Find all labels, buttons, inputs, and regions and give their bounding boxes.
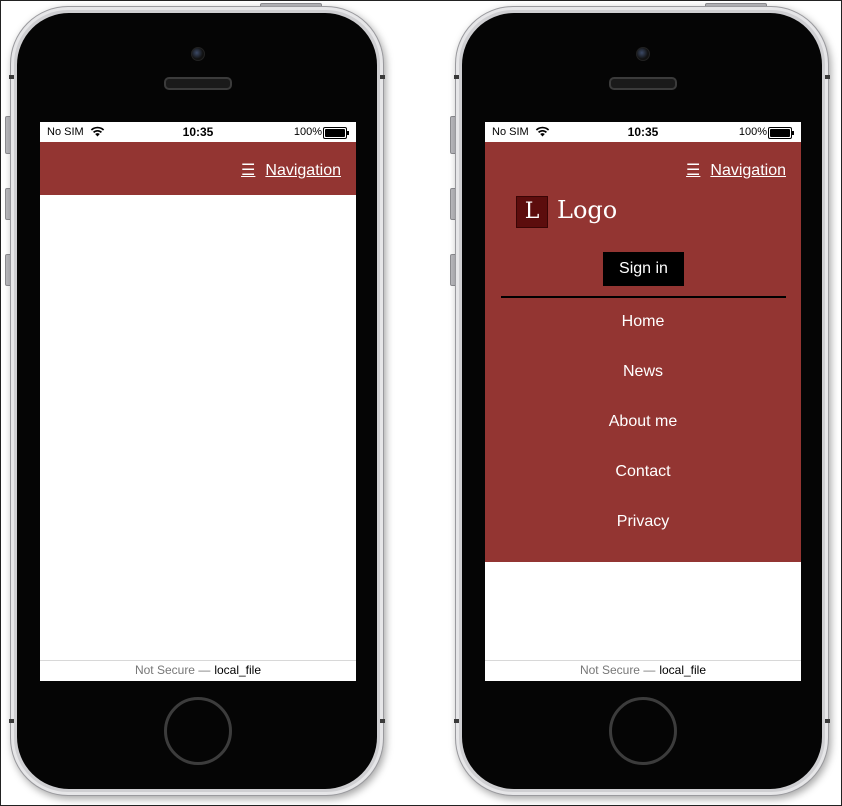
- phone-collapsed: No SIM 10:35 100% ☰ Navigation Not Secure…: [5, 3, 385, 796]
- antenna-line: [9, 75, 14, 79]
- navigation-label: Navigation: [710, 162, 786, 179]
- antenna-line: [454, 75, 459, 79]
- home-button[interactable]: [609, 697, 677, 765]
- phone-shell: No SIM 10:35 100% ☰ Navigation Not Secure…: [9, 6, 385, 796]
- status-bar: No SIM 10:35 100%: [40, 122, 356, 142]
- phone-screen: No SIM 10:35 100% ☰ Navigation L Logo Sig…: [485, 122, 801, 681]
- menu-item-contact[interactable]: Contact: [485, 458, 801, 508]
- sign-in-button[interactable]: Sign in: [603, 252, 684, 286]
- security-label: Not Secure —: [579, 663, 656, 677]
- status-bar: No SIM 10:35 100%: [485, 122, 801, 142]
- phone-screen: No SIM 10:35 100% ☰ Navigation Not Secure…: [40, 122, 356, 681]
- antenna-line: [9, 719, 14, 723]
- earpiece-speaker: [164, 77, 232, 90]
- antenna-line: [380, 719, 385, 723]
- logo-mark: L: [516, 196, 548, 228]
- antenna-line: [825, 719, 830, 723]
- menu-divider: [501, 296, 786, 298]
- phone-shell: No SIM 10:35 100% ☰ Navigation L Logo Sig…: [454, 6, 830, 796]
- battery-percent: 100%: [293, 126, 322, 138]
- front-camera: [636, 47, 650, 61]
- menu-item-about-me[interactable]: About me: [485, 408, 801, 458]
- security-label: Not Secure —: [134, 663, 211, 677]
- url-bar[interactable]: Not Secure — local_file: [40, 660, 356, 681]
- battery-icon: [768, 127, 794, 139]
- hamburger-icon: ☰: [241, 162, 256, 179]
- url-location: local_file: [214, 663, 262, 677]
- front-camera: [191, 47, 205, 61]
- logo-text: Logo: [557, 196, 618, 224]
- navigation-toggle[interactable]: ☰ Navigation: [241, 160, 341, 180]
- menu-item-news[interactable]: News: [485, 358, 801, 408]
- battery-icon: [323, 127, 349, 139]
- antenna-line: [454, 719, 459, 723]
- earpiece-speaker: [609, 77, 677, 90]
- navigation-toggle[interactable]: ☰ Navigation: [686, 160, 786, 180]
- antenna-line: [380, 75, 385, 79]
- url-location: local_file: [659, 663, 707, 677]
- navigation-label: Navigation: [265, 162, 341, 179]
- phone-expanded: No SIM 10:35 100% ☰ Navigation L Logo Sig…: [450, 3, 830, 796]
- url-bar[interactable]: Not Secure — local_file: [485, 660, 801, 681]
- hamburger-icon: ☰: [686, 162, 701, 179]
- antenna-line: [825, 75, 830, 79]
- battery-percent: 100%: [738, 126, 767, 138]
- menu-list: Home News About me Contact Privacy: [485, 308, 801, 558]
- menu-item-home[interactable]: Home: [485, 308, 801, 358]
- menu-item-privacy[interactable]: Privacy: [485, 508, 801, 558]
- home-button[interactable]: [164, 697, 232, 765]
- navigation-menu: ☰ Navigation L Logo Sign in Home News Abo…: [485, 142, 801, 562]
- site-header: ☰ Navigation: [40, 142, 356, 195]
